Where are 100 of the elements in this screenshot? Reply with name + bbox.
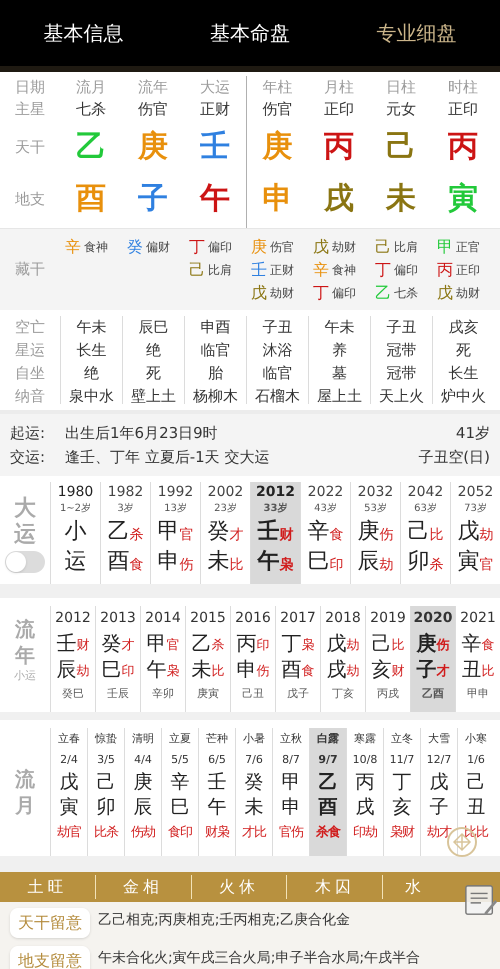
solar-term: 立冬: [391, 731, 413, 747]
stem-char: 甲: [158, 518, 180, 546]
solar-term: 立夏: [169, 731, 191, 747]
table-cell-text: 子丑: [262, 317, 292, 338]
hidden-stem: 丁: [189, 236, 205, 258]
table-cell-text: 绝: [84, 363, 99, 384]
ten-god-label: 比: [212, 663, 224, 681]
ten-god-label: 才: [122, 637, 134, 655]
hidden-stem: 庚: [251, 236, 267, 258]
stem-char: 甲: [146, 630, 166, 656]
stem-char: 己: [96, 770, 116, 795]
pillar-title: 日柱: [386, 77, 416, 98]
info-value: 41岁: [456, 423, 490, 444]
row-label: 主星: [15, 99, 45, 120]
pillar-title: 月柱: [324, 77, 354, 98]
date-label: 5/5: [171, 752, 189, 768]
stem-char: 壬: [208, 770, 226, 795]
strength-label: 水: [405, 876, 426, 898]
year-label: 2012: [256, 483, 295, 502]
year-label: 2052: [458, 483, 494, 502]
solar-term: 惊蛰: [95, 731, 117, 747]
branch-char: 未: [244, 795, 264, 820]
ten-god-label: 伤官: [270, 238, 294, 256]
stem-char: 己: [466, 770, 486, 795]
year-label: 2017: [280, 609, 316, 628]
hidden-stem: 己: [189, 258, 205, 280]
branch-char: 午: [146, 656, 166, 682]
table-cell-text: 沐浴: [262, 340, 292, 361]
main-star-label: 伤官: [262, 99, 292, 120]
ten-god-label: 劫财: [270, 284, 294, 302]
earthly-branch: 寅: [448, 180, 478, 218]
ten-god-label: 比肩: [394, 238, 418, 256]
note-tag: 天干留意: [10, 908, 90, 938]
minor-luck-label: 庚寅: [197, 686, 219, 702]
ten-god-label: 食神: [332, 262, 356, 278]
solar-term: 大雪: [428, 731, 450, 747]
earthly-branch: 未: [386, 180, 416, 218]
date-label: 12/7: [426, 752, 452, 768]
ten-god-label: 偏印: [394, 262, 418, 278]
stem-char: 庚: [134, 770, 152, 795]
hidden-stem: 己: [375, 236, 391, 258]
hidden-stem: 乙: [375, 282, 391, 304]
stem-char: 辛: [462, 630, 482, 656]
minor-luck-label: 甲申: [467, 686, 489, 702]
ten-god-label: 比杀: [94, 824, 118, 842]
hidden-stem: 戊: [251, 282, 267, 304]
stem-char: 辛: [170, 770, 190, 795]
main-star-label: 正财: [200, 99, 230, 120]
solar-term: 寒露: [354, 731, 376, 747]
hidden-stem: 戊: [313, 236, 329, 258]
info-label: 交运:: [10, 446, 46, 468]
minor-luck-label: 乙酉: [422, 686, 444, 702]
ten-god-label: 官: [180, 526, 194, 545]
hidden-stem: 戊: [437, 282, 453, 304]
minor-luck-label: 辛卯: [152, 686, 174, 702]
ten-god-label: 比肩: [208, 262, 232, 278]
ten-god-label: 才: [230, 526, 244, 545]
edit-icon[interactable]: [464, 884, 498, 918]
ten-god-label: 比: [482, 663, 494, 681]
minor-luck-label: 戊子: [287, 686, 309, 702]
earthly-branch: 酉: [76, 180, 106, 218]
heavenly-stem: 乙: [76, 128, 106, 166]
table-cell-text: 申酉: [200, 317, 230, 338]
row-label: 纳音: [15, 386, 45, 407]
table-cell-text: 冠带: [386, 340, 416, 361]
branch-char: 戌: [356, 795, 374, 820]
stem-char: 庚: [358, 518, 380, 546]
stem-char: 庚: [416, 630, 436, 656]
ten-god-label: 食: [482, 637, 494, 655]
tab[interactable]: 基本信息: [0, 0, 167, 66]
tab[interactable]: 基本命盘: [166, 0, 334, 66]
strength-label: 金相: [123, 876, 164, 898]
branch-char: 卯: [96, 795, 116, 820]
date-label: 10/8: [352, 752, 378, 768]
strength-label: 木囚: [314, 876, 355, 898]
ten-god-label: 印: [330, 556, 344, 575]
month-column[interactable]: 白露 9/7 乙 酉 杀食: [309, 728, 346, 856]
age-label: 73岁: [464, 502, 487, 516]
date-label: 7/6: [245, 752, 263, 768]
table-cell-text: 绝: [146, 340, 161, 361]
ten-god-label: 食神: [84, 238, 108, 256]
ten-god-label: 比: [430, 526, 444, 545]
stem-char: 己: [408, 518, 430, 546]
date-label: 4/4: [134, 752, 152, 768]
year-column[interactable]: 2020 庚伤 子才 乙酉: [410, 606, 455, 712]
row-label: 藏干: [15, 259, 45, 280]
luck-period-column[interactable]: 2012 33岁 壬财 午枭: [250, 482, 300, 584]
ten-god-label: 伤劫: [131, 824, 155, 842]
stem-char: 癸: [244, 770, 264, 795]
ten-god-label: 印: [256, 637, 270, 655]
toggle-switch[interactable]: [5, 550, 45, 573]
ten-god-label: 伤: [180, 556, 194, 575]
earthly-branch: 午: [200, 180, 230, 218]
main-star-label: 七杀: [76, 99, 106, 120]
ten-god-label: 正印: [456, 262, 480, 278]
date-label: 6/5: [208, 752, 226, 768]
year-label: 2018: [325, 609, 361, 628]
tab[interactable]: 专业细盘: [333, 0, 500, 66]
date-label: 8/7: [282, 752, 300, 768]
table-cell-text: 午未: [76, 317, 106, 338]
